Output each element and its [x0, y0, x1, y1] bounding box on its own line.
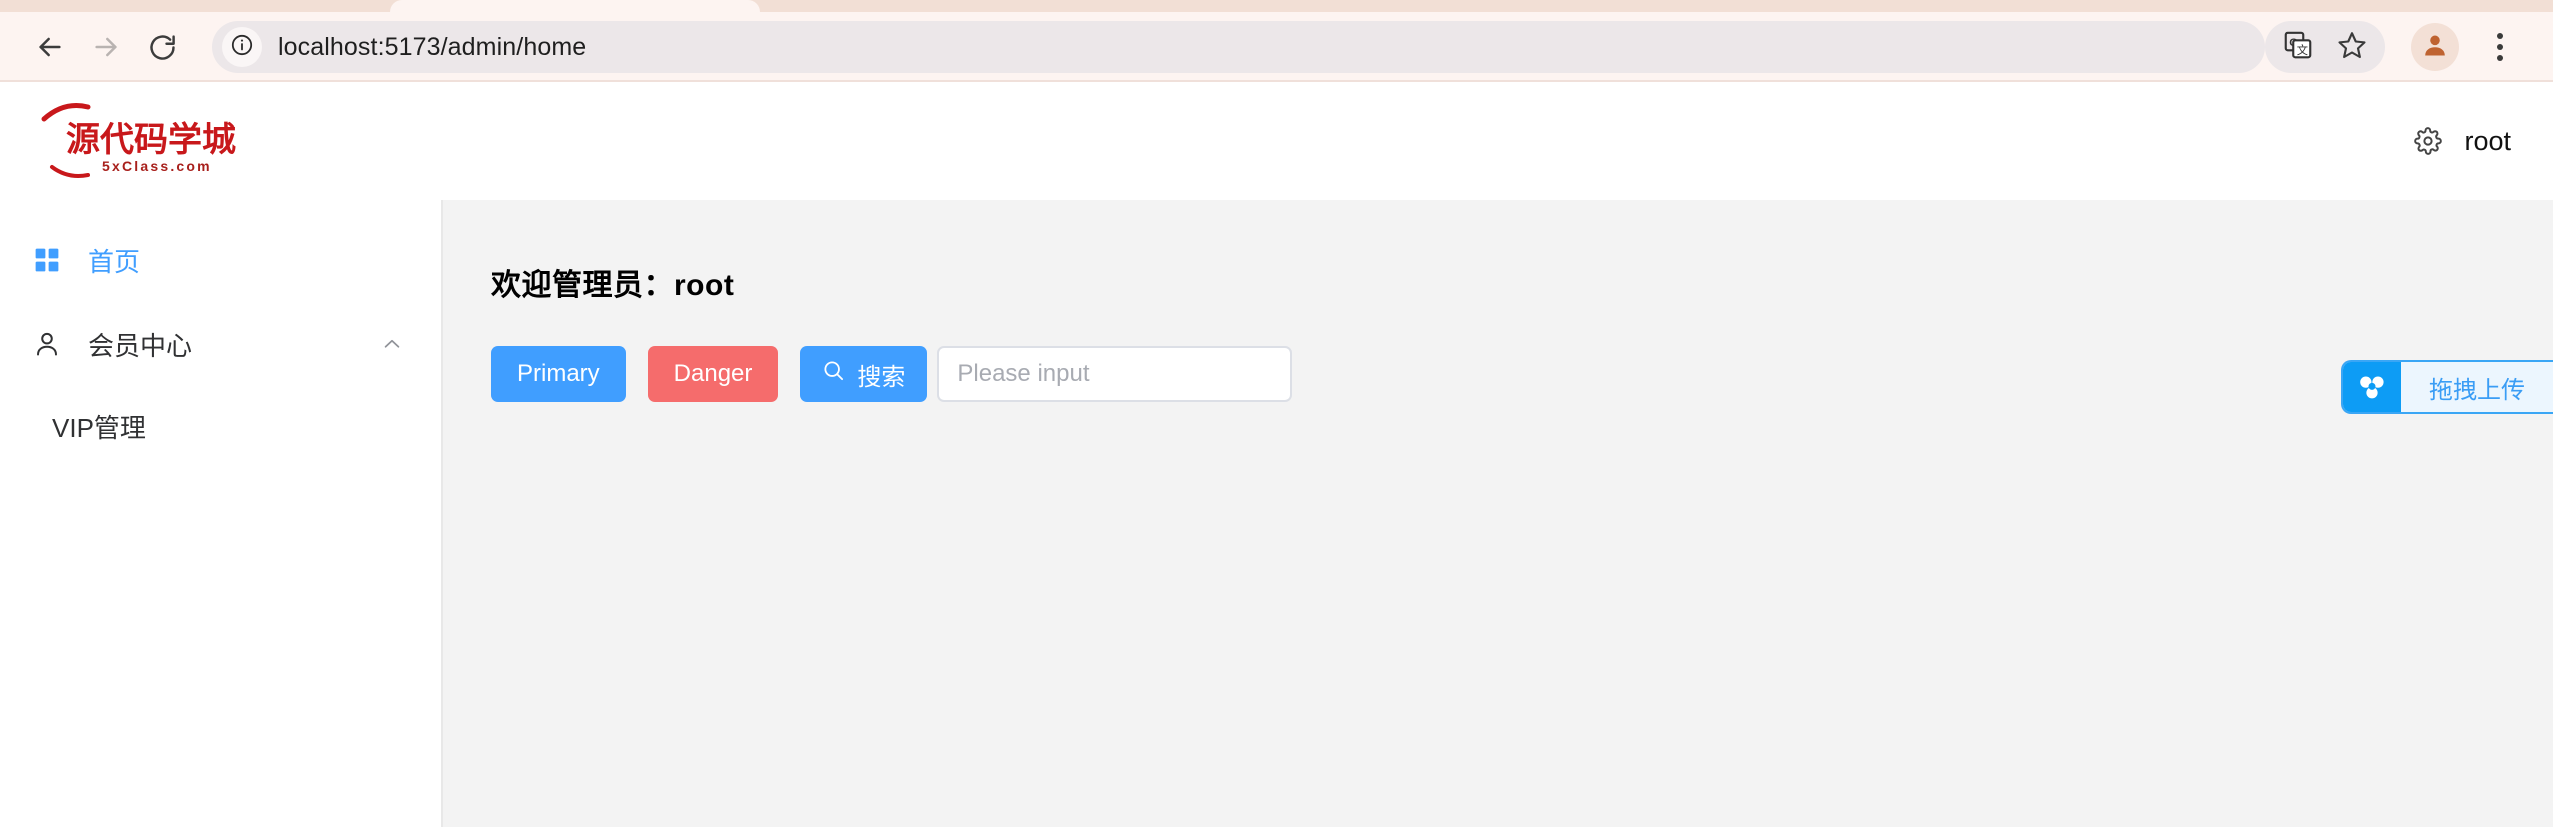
logo-subtitle-text: 5xClass.com — [102, 158, 212, 174]
grid-icon — [30, 247, 64, 273]
page-title: 欢迎管理员：root — [491, 269, 735, 302]
url-text: localhost:5173/admin/home — [278, 32, 587, 61]
three-dot-menu-icon-dot3 — [2497, 55, 2503, 61]
app-body: 首页 会员中心 VIP管理 欢迎管理员：root Primary Danger … — [0, 200, 2553, 827]
sidebar-item-member-center[interactable]: 会员中心 — [0, 302, 441, 386]
sidebar-item-vip-management-label: VIP管理 — [52, 412, 146, 443]
sidebar-item-home[interactable]: 首页 — [0, 218, 441, 302]
search-input[interactable] — [957, 360, 1273, 388]
sidebar: 首页 会员中心 VIP管理 — [0, 200, 443, 827]
omnibox-actions: G 文 — [2265, 21, 2385, 73]
three-dot-menu-icon — [2497, 33, 2503, 39]
sidebar-item-member-center-label: 会员中心 — [88, 330, 193, 361]
browser-toolbar: localhost:5173/admin/home G 文 — [0, 12, 2553, 82]
search-button-label: 搜索 — [857, 363, 906, 391]
back-arrow-icon — [34, 31, 66, 63]
svg-text:文: 文 — [2297, 42, 2308, 56]
info-circle-icon — [230, 33, 254, 62]
site-logo[interactable]: 源代码学城 5xClass.com — [30, 99, 240, 183]
browser-tab-separator — [760, 0, 763, 12]
danger-button[interactable]: Danger — [647, 346, 779, 402]
user-icon — [30, 330, 64, 358]
browser-menu-button[interactable] — [2475, 19, 2525, 75]
app-header: 源代码学城 5xClass.com root — [0, 82, 2553, 200]
main-content: 欢迎管理员：root Primary Danger 搜索 Please inpu… — [443, 200, 2553, 827]
primary-button[interactable]: Primary — [491, 346, 626, 402]
username-label: root — [2464, 125, 2511, 156]
bookmark-button[interactable] — [2325, 20, 2379, 74]
three-dot-menu-icon-dot2 — [2497, 44, 2503, 50]
address-bar[interactable]: localhost:5173/admin/home — [212, 21, 2265, 73]
browser-window: localhost:5173/admin/home G 文 — [0, 0, 2553, 827]
drag-upload-label: 拖拽上传 — [2429, 376, 2525, 404]
profile-button[interactable] — [2411, 23, 2459, 71]
chevron-up-icon — [381, 333, 403, 355]
forward-button[interactable] — [78, 19, 134, 75]
search-icon — [822, 359, 845, 389]
sidebar-submenu-member-center: VIP管理 — [0, 386, 441, 476]
search-button[interactable]: 搜索 — [800, 346, 928, 402]
translate-button[interactable]: G 文 — [2271, 20, 2325, 74]
reload-icon — [147, 32, 178, 63]
gear-icon — [2414, 127, 2443, 155]
sidebar-item-home-label: 首页 — [88, 246, 141, 277]
star-icon — [2337, 30, 2367, 65]
logo-title-text: 源代码学城 — [66, 120, 236, 160]
search-input-wrapper[interactable] — [937, 346, 1293, 402]
drag-upload-widget[interactable]: 拖拽上传 — [2341, 360, 2553, 414]
baidu-netdisk-icon — [2343, 362, 2401, 412]
avatar-icon — [2421, 31, 2449, 64]
control-row: Primary Danger 搜索 — [491, 346, 2553, 402]
browser-tab-active[interactable] — [390, 0, 760, 12]
logo-mark: 源代码学城 5xClass.com — [30, 99, 240, 183]
sidebar-item-vip-management[interactable]: VIP管理 — [0, 386, 441, 466]
site-info-button[interactable] — [222, 27, 262, 67]
forward-arrow-icon — [90, 31, 122, 63]
reload-button[interactable] — [134, 19, 190, 75]
browser-tab-strip — [0, 0, 2553, 12]
translate-icon: G 文 — [2283, 30, 2313, 65]
page-viewport: 源代码学城 5xClass.com root 首页 会员中心 VIP管理 欢迎管… — [0, 82, 2553, 827]
user-menu[interactable]: root — [2414, 126, 2511, 157]
back-button[interactable] — [22, 19, 78, 75]
